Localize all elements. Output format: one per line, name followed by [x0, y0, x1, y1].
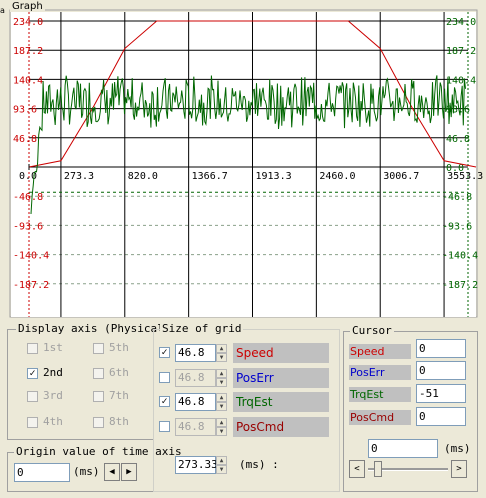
grid-time-spinner[interactable]: ▲ ▼: [216, 456, 227, 474]
chevron-right-icon: >: [456, 464, 462, 474]
axis-4th-checkbox[interactable]: [27, 417, 38, 428]
axis-4th-label: 4th: [43, 415, 63, 428]
y-left-tick-label: -187.2: [13, 280, 49, 291]
grid-trqest-spinner[interactable]: ▲ ▼: [216, 393, 227, 411]
grid-size-group: Size of grid ✓ 46.8 ▲ ▼ Speed 46.8 ▲ ▼ Pos…: [153, 322, 340, 492]
axis-5th-label: 5th: [109, 341, 129, 354]
cursor-poscmd-value: 0: [416, 407, 466, 426]
x-tick-label: 2460.0: [319, 171, 355, 182]
axis-2nd-checkbox[interactable]: ✓: [27, 368, 38, 379]
y-right-tick-label: 187.2: [446, 46, 476, 57]
cursor-left-button[interactable]: <: [349, 460, 365, 478]
cursor-trqest-value: -51: [416, 384, 466, 403]
grid-poscmd-label: PosCmd: [233, 417, 329, 437]
axis-2nd-label: 2nd: [43, 366, 63, 379]
y-left-tick-label: 140.4: [13, 75, 43, 86]
axis-3rd-label: 3rd: [43, 389, 63, 402]
graph-corner-marker: a: [0, 6, 5, 15]
grid-speed-spinner[interactable]: ▲ ▼: [216, 344, 227, 362]
y-right-tick-label: -46.8: [442, 192, 472, 203]
arrow-right-icon: ▶: [126, 467, 132, 477]
grid-poserr-label: PosErr: [233, 368, 329, 388]
axis-8th-label: 8th: [109, 415, 129, 428]
x-tick-label: 1366.7: [192, 171, 228, 182]
origin-value-input[interactable]: 0: [14, 463, 70, 482]
grid-time-input[interactable]: 273.33: [175, 456, 218, 474]
cursor-right-button[interactable]: >: [451, 460, 467, 478]
arrow-left-icon: ◀: [109, 467, 115, 477]
cursor-trqest-label: TrqEst: [349, 387, 411, 402]
cursor-poserr-label: PosErr: [349, 365, 411, 380]
x-tick-label: 1913.3: [255, 171, 291, 182]
axis-1st-label: 1st: [43, 341, 63, 354]
cursor-time-unit: (ms): [444, 442, 471, 455]
origin-unit-label: (ms): [73, 465, 100, 478]
cursor-speed-label: Speed: [349, 344, 411, 359]
y-right-tick-label: 234.0: [446, 17, 476, 28]
cursor-poscmd-label: PosCmd: [349, 410, 411, 425]
grid-poscmd-input[interactable]: 46.8: [175, 418, 216, 436]
x-tick-label: 273.3: [64, 171, 94, 182]
axis-3rd-checkbox[interactable]: [27, 391, 38, 402]
origin-prev-button[interactable]: ◀: [104, 463, 120, 481]
grid-trqest-checkbox[interactable]: ✓: [159, 396, 170, 407]
origin-next-button[interactable]: ▶: [121, 463, 137, 481]
x-tick-label: 3006.7: [383, 171, 419, 182]
cursor-slider-thumb[interactable]: [374, 461, 382, 477]
graph-canvas[interactable]: 0.0 273.3 820.0 1366.7 1913.3 2460.0 3006.7 355…: [0, 0, 486, 318]
chevron-left-icon: <: [354, 464, 360, 474]
x-tick-label: 820.0: [128, 171, 158, 182]
axis-7th-label: 7th: [109, 389, 129, 402]
grid-poserr-spinner[interactable]: ▲ ▼: [216, 369, 227, 387]
cursor-group: Cursor Speed 0 PosErr 0 TrqEst -51 PosCm…: [343, 324, 478, 492]
grid-poserr-checkbox[interactable]: [159, 372, 170, 383]
origin-group: Origin value of time axis 0 (ms) ◀ ▶: [7, 445, 184, 492]
grid-poscmd-spinner[interactable]: ▲ ▼: [216, 418, 227, 436]
axis-1st-checkbox[interactable]: [27, 343, 38, 354]
axis-6th-checkbox[interactable]: [93, 368, 104, 379]
grid-poserr-input[interactable]: 46.8: [175, 369, 216, 387]
axis-5th-checkbox[interactable]: [93, 343, 104, 354]
y-left-tick-label: 187.2: [13, 46, 43, 57]
y-right-tick-label: 46.8: [446, 134, 470, 145]
axis-7th-checkbox[interactable]: [93, 391, 104, 402]
cursor-time-input[interactable]: 0: [368, 439, 438, 458]
cursor-speed-value: 0: [416, 339, 466, 358]
cursor-title: Cursor: [350, 324, 394, 337]
axis-6th-label: 6th: [109, 366, 129, 379]
y-left-tick-label: -140.4: [13, 251, 49, 262]
y-left-tick-label: -93.6: [13, 221, 43, 232]
graph-title: Graph: [10, 1, 45, 12]
y-left-tick-label: 46.8: [13, 134, 37, 145]
y-left-tick-label: 234.0: [13, 17, 43, 28]
grid-trqest-input[interactable]: 46.8: [175, 393, 216, 411]
grid-time-unit: (ms) :: [239, 458, 279, 471]
y-right-tick-label: -93.6: [442, 221, 472, 232]
y-left-tick-label: -46.8: [13, 192, 43, 203]
grid-poscmd-checkbox[interactable]: [159, 421, 170, 432]
cursor-poserr-value: 0: [416, 361, 466, 380]
y-left-tick-label: 93.6: [13, 105, 37, 116]
y-right-tick-label: -187.2: [442, 280, 478, 291]
grid-speed-checkbox[interactable]: ✓: [159, 347, 170, 358]
display-axis-group: Display axis (Physical 1st 5th ✓ 2nd 6th…: [7, 322, 166, 440]
grid-speed-label: Speed: [233, 343, 329, 363]
y-right-tick-label: 140.4: [446, 75, 476, 86]
grid-size-title: Size of grid: [160, 322, 244, 335]
graph-panel: 0.0 273.3 820.0 1366.7 1913.3 2460.0 3006.7 355…: [0, 0, 486, 318]
display-axis-title: Display axis (Physical: [16, 322, 166, 335]
grid-speed-input[interactable]: 46.8: [175, 344, 216, 362]
axis-8th-checkbox[interactable]: [93, 417, 104, 428]
y-right-tick-label: -140.4: [442, 251, 478, 262]
grid-trqest-label: TrqEst: [233, 392, 329, 412]
